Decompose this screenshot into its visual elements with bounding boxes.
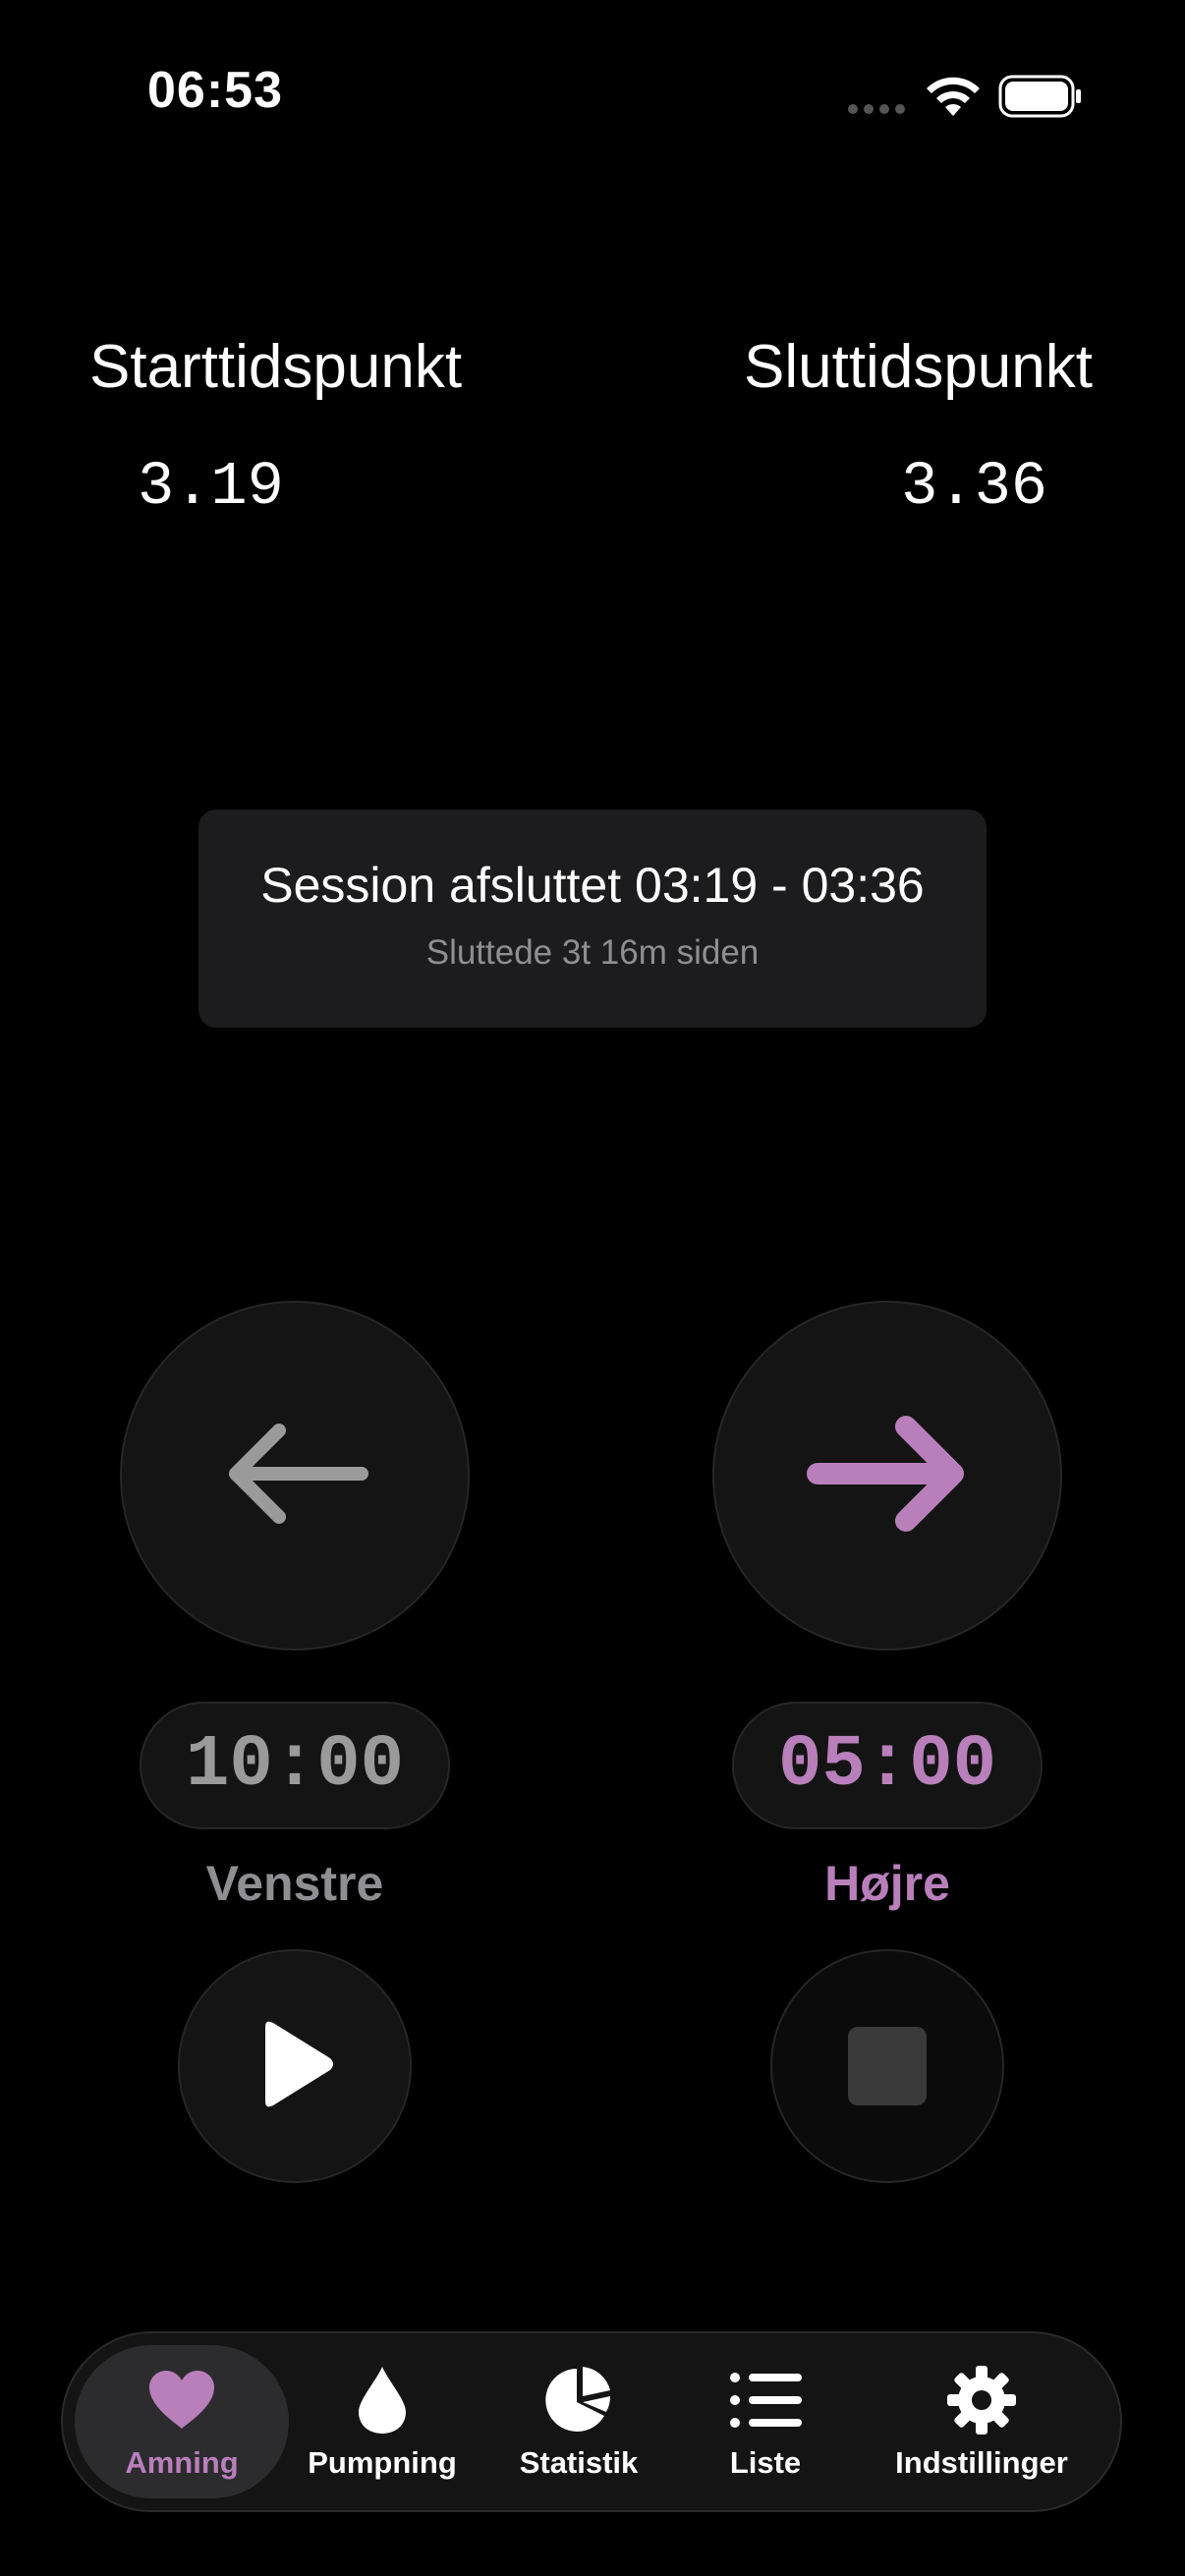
cellular-signal-icon bbox=[847, 102, 906, 121]
pie-chart-icon bbox=[543, 2363, 614, 2437]
wifi-icon bbox=[924, 73, 983, 123]
arrow-left-icon bbox=[216, 1410, 373, 1542]
play-icon bbox=[254, 2019, 336, 2114]
tab-label: Statistik bbox=[519, 2445, 639, 2480]
tab-label: Pumpning bbox=[308, 2445, 457, 2480]
tab-indstillinger[interactable]: Indstillinger bbox=[869, 2333, 1095, 2510]
tab-statistik[interactable]: Statistik bbox=[495, 2333, 662, 2510]
right-timer[interactable]: 05:00 bbox=[732, 1702, 1043, 1829]
gear-icon bbox=[945, 2363, 1018, 2437]
battery-icon bbox=[998, 75, 1083, 123]
list-icon bbox=[729, 2363, 802, 2437]
right-side-label: Højre bbox=[824, 1856, 950, 1911]
left-side-button[interactable] bbox=[120, 1301, 470, 1651]
left-side-label: Venstre bbox=[205, 1856, 384, 1911]
start-time-value[interactable]: 3.19 bbox=[138, 452, 284, 522]
stop-button[interactable] bbox=[770, 1949, 1004, 2183]
tab-amning[interactable]: Amning bbox=[75, 2345, 289, 2498]
end-time-label: Sluttidspunkt bbox=[744, 333, 1093, 401]
stop-icon bbox=[848, 2027, 927, 2105]
tab-pumpning[interactable]: Pumpning bbox=[299, 2333, 466, 2510]
heart-icon bbox=[147, 2363, 216, 2437]
arrow-right-icon bbox=[804, 1407, 971, 1545]
end-time-value[interactable]: 3.36 bbox=[901, 452, 1047, 522]
status-time: 06:53 bbox=[147, 62, 283, 119]
tab-label: Liste bbox=[729, 2445, 802, 2480]
drop-icon bbox=[357, 2363, 408, 2437]
tab-label: Indstillinger bbox=[895, 2445, 1068, 2480]
tab-bar: Amning Pumpning Statistik Liste Indstill… bbox=[61, 2331, 1122, 2512]
right-side-button[interactable] bbox=[712, 1301, 1062, 1651]
session-summary-card: Session afsluttet 03:19 - 03:36 Sluttede… bbox=[198, 810, 987, 1028]
session-summary-title: Session afsluttet 03:19 - 03:36 bbox=[260, 858, 925, 913]
tab-liste[interactable]: Liste bbox=[692, 2333, 839, 2510]
session-summary-subtitle: Sluttede 3t 16m siden bbox=[425, 933, 760, 972]
tab-label: Amning bbox=[125, 2445, 239, 2480]
left-timer[interactable]: 10:00 bbox=[140, 1702, 450, 1829]
play-button[interactable] bbox=[178, 1949, 412, 2183]
start-time-label: Starttidspunkt bbox=[89, 333, 463, 401]
